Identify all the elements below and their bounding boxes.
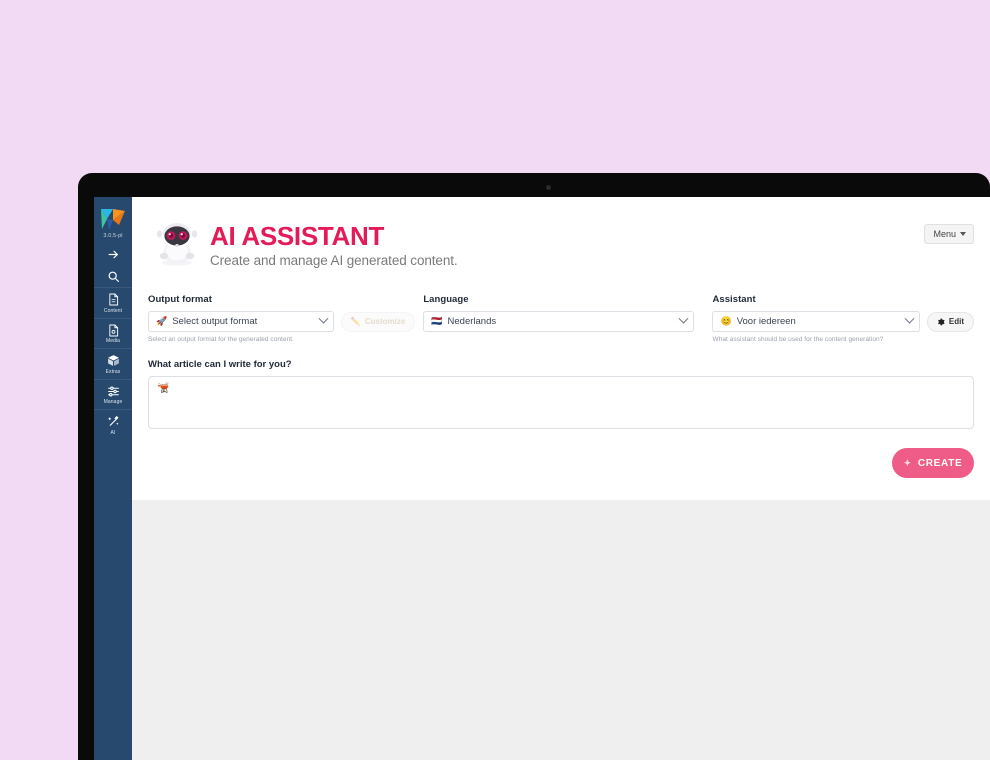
output-format-label: Output format	[148, 294, 212, 306]
gear-icon	[937, 318, 945, 326]
webcam-dot	[546, 185, 551, 190]
language-value: Nederlands	[447, 316, 497, 328]
device-frame: 3.0.5-pl Content Media Extras Manage AI …	[78, 173, 990, 760]
chevron-down-icon	[904, 314, 915, 324]
assistant-group: Assistant 😊 Voor iedereen Edit What assi…	[712, 294, 974, 343]
brand-logo-icon[interactable]	[100, 207, 126, 231]
box-icon	[107, 355, 119, 366]
prompt-section: What article can I write for you? 🫕	[146, 359, 976, 430]
sidebar-item-navigate[interactable]	[94, 243, 132, 265]
sidebar-item-label: Media	[105, 338, 121, 344]
page-title: AI ASSISTANT	[210, 221, 385, 251]
sidebar: 3.0.5-pl Content Media Extras Manage AI	[94, 197, 132, 760]
robot-mascot-icon	[154, 217, 200, 267]
output-format-value: Select output format	[172, 316, 258, 328]
search-icon	[108, 271, 119, 282]
sidebar-item-media[interactable]: Media	[94, 319, 132, 349]
output-format-select[interactable]: 🚀 Select output format	[148, 311, 334, 333]
chevron-down-icon	[960, 232, 966, 236]
customize-button-label: Customize	[364, 317, 406, 327]
sidebar-item-content[interactable]: Content	[94, 288, 132, 318]
create-button[interactable]: ✦ CREATE	[892, 448, 974, 479]
flag-netherlands-icon: 🇳🇱	[431, 316, 443, 327]
create-button-label: CREATE	[917, 457, 963, 469]
page-subtitle: Create and manage AI generated content.	[210, 253, 458, 269]
arrow-right-icon	[108, 250, 118, 259]
menu-button[interactable]: Menu	[924, 224, 974, 244]
edit-assistant-label: Edit	[948, 317, 964, 327]
sparkle-icon: ✦	[903, 457, 912, 468]
sidebar-item-label: Content	[103, 307, 123, 314]
chevron-down-icon	[318, 314, 329, 324]
sidebar-item-extras[interactable]: Extras	[94, 349, 132, 379]
output-format-help: Select an output format for the generate…	[148, 336, 294, 344]
sliders-icon	[107, 386, 119, 396]
language-select[interactable]: 🇳🇱 Nederlands	[423, 311, 695, 333]
page-header: AI ASSISTANT Create and manage AI genera…	[146, 215, 976, 268]
sidebar-item-label: AI	[110, 429, 116, 436]
ai-assistant-card: AI ASSISTANT Create and manage AI genera…	[132, 197, 990, 501]
media-file-icon	[108, 324, 118, 336]
sidebar-item-label: Manage	[103, 399, 123, 405]
edit-assistant-button[interactable]: Edit	[926, 311, 974, 332]
sidebar-item-manage[interactable]: Manage	[94, 380, 132, 410]
output-format-group: Output format 🚀 Select output format ✏️ …	[148, 294, 416, 344]
assistant-label: Assistant	[712, 294, 756, 306]
magic-wand-icon	[107, 415, 119, 426]
version-label: 3.0.5-pl	[103, 233, 123, 239]
rocket-icon: 🚀	[156, 316, 168, 327]
prompt-label: What article can I write for you?	[148, 359, 292, 371]
sidebar-item-ai[interactable]: AI	[94, 410, 132, 440]
form-controls-row: Output format 🚀 Select output format ✏️ …	[146, 294, 976, 343]
document-icon	[108, 293, 118, 306]
assistant-help: What assistant should be used for the co…	[712, 336, 884, 344]
chevron-down-icon	[679, 314, 689, 324]
menu-button-label: Menu	[933, 229, 956, 239]
language-group: Language 🇳🇱 Nederlands	[423, 294, 695, 343]
assistant-value: Voor iedereen	[736, 316, 796, 328]
language-label: Language	[423, 294, 469, 306]
pencil-icon: ✏️	[350, 317, 361, 327]
smiley-icon: 😊	[720, 316, 732, 327]
customize-button[interactable]: ✏️ Customize	[340, 311, 416, 332]
screen: 3.0.5-pl Content Media Extras Manage AI …	[94, 197, 990, 760]
page-body: AI ASSISTANT Create and manage AI genera…	[132, 197, 990, 760]
create-row: ✦ CREATE	[146, 448, 976, 479]
sidebar-item-search[interactable]	[94, 265, 132, 287]
assistant-select[interactable]: 😊 Voor iedereen	[712, 311, 920, 333]
sidebar-item-label: Extras	[105, 368, 121, 375]
prompt-textarea[interactable]: 🫕	[148, 376, 974, 430]
